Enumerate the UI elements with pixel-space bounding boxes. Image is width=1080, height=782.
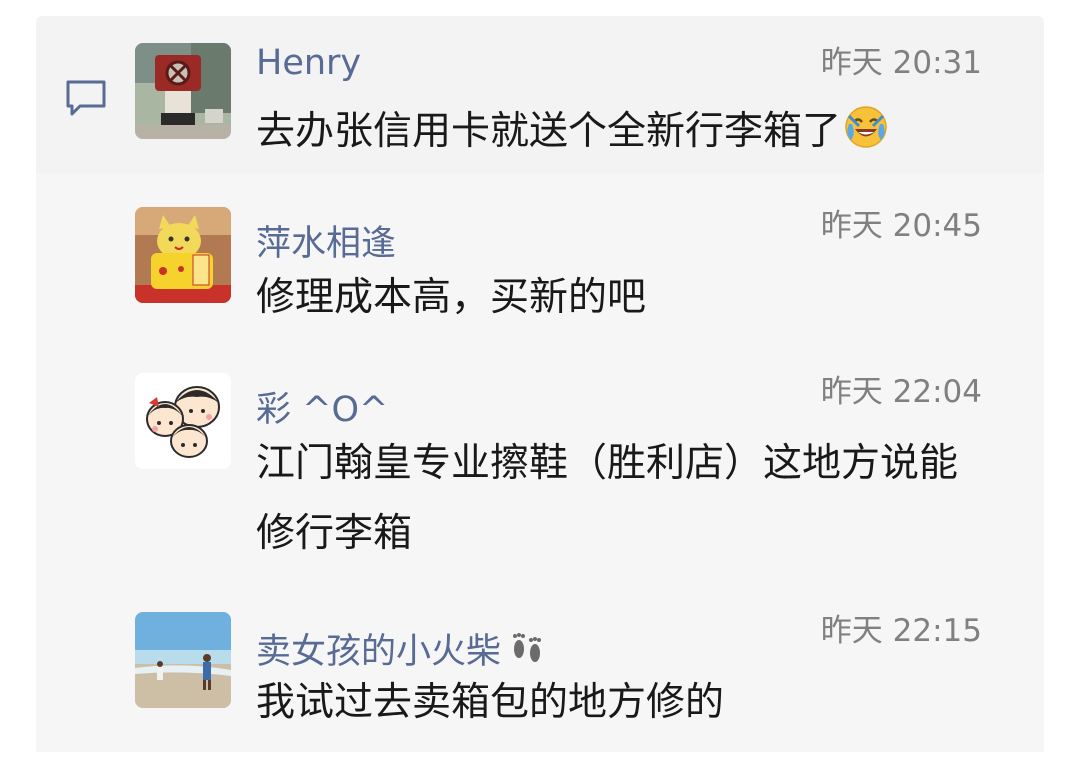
beach-photo-avatar-image — [135, 612, 231, 708]
comment-time: 昨天 20:45 — [820, 208, 982, 244]
avatar[interactable] — [135, 612, 231, 708]
footprints-icon — [513, 633, 542, 662]
avatar[interactable] — [135, 207, 231, 303]
commenter-name[interactable]: 萍水相逢 — [256, 222, 396, 266]
commenter-name[interactable]: 卖女孩的小火柴 — [256, 627, 547, 674]
comment-text: 修理成本高，买新的吧 — [256, 275, 647, 320]
avatar[interactable] — [135, 43, 231, 139]
robot-statue-avatar-image — [135, 43, 231, 139]
cartoon-family-avatar-image — [135, 373, 231, 469]
commenter-name[interactable]: Henry — [256, 41, 361, 85]
commenter-name[interactable]: 彩 ^O^ — [256, 388, 388, 432]
comment-text-content: 去办张信用卡就送个全新行李箱了 — [256, 109, 842, 154]
laughing-crying-face-icon — [845, 106, 887, 148]
comment-time: 昨天 22:15 — [820, 613, 982, 649]
avatar[interactable] — [135, 373, 231, 469]
comment-time: 昨天 20:31 — [820, 45, 982, 81]
lucky-cat-avatar-image — [135, 207, 231, 303]
comment-text: 我试过去卖箱包的地方修的 — [256, 680, 725, 725]
comment-text: 去办张信用卡就送个全新行李箱了 — [256, 97, 996, 167]
comment-icon[interactable] — [64, 78, 108, 118]
comment-time: 昨天 22:04 — [820, 374, 982, 410]
commenter-name-text: 卖女孩的小火柴 — [256, 632, 502, 672]
comments-panel: Henry 昨天 20:31 去办张信用卡就送个全新行李箱了 萍水相逢 昨天 2… — [36, 16, 1044, 752]
comment-text: 江门翰皇专业擦鞋（胜利店）这地方说能修行李箱 — [256, 441, 959, 556]
